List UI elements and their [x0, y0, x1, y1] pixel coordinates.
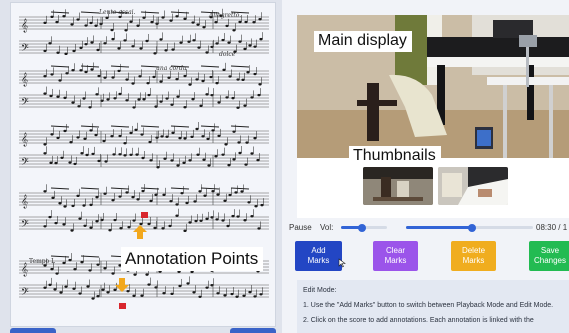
svg-text:𝄞: 𝄞	[21, 18, 28, 32]
score-staves: 𝄞 𝄢 𝄞 𝄢 𝄞 𝄢 𝄞 𝄢 𝄞 𝄢	[19, 8, 269, 300]
score-panel: 𝄞 𝄢 𝄞 𝄢 𝄞 𝄢 𝄞 𝄢 𝄞 𝄢 Lento assai. Allegretto. dolc…	[0, 0, 282, 333]
save-changes-button[interactable]: Save Changes	[529, 241, 569, 271]
edit-mode-instructions: Edit Mode: 1. Use the "Add Marks" button…	[297, 280, 569, 333]
svg-text:𝄞: 𝄞	[21, 262, 28, 276]
delete-marks-button[interactable]: Delete Marks	[451, 241, 496, 271]
save-changes-label-2: Changes	[533, 256, 567, 265]
add-marks-label-2: Marks	[307, 256, 330, 265]
seek-slider-knob[interactable]	[468, 223, 477, 232]
svg-text:𝄢: 𝄢	[21, 218, 29, 232]
svg-text:𝄢: 𝄢	[21, 42, 29, 56]
tempo-marking-allegretto: Allegretto.	[209, 12, 242, 19]
thumbnail-strip	[297, 158, 569, 218]
arrow-up-icon	[133, 225, 147, 239]
annotation-points-label: Annotation Points	[121, 247, 264, 271]
score-edge-button[interactable]	[10, 328, 56, 333]
seek-slider-fill	[406, 226, 473, 229]
clear-marks-label-2: Marks	[384, 256, 407, 265]
svg-text:𝄢: 𝄢	[21, 156, 29, 170]
tempo-marking-lento: Lento assai.	[99, 9, 136, 16]
player-panel: Main display Thumbnails Pause Vol: 08:30…	[282, 0, 569, 333]
annotation-actions: Add Marks Clear Marks Delete Marks Save …	[282, 241, 569, 271]
expression-marking-una-corda: una corda	[156, 65, 187, 72]
save-changes-label-1: Save	[540, 246, 560, 255]
expression-marking-dolce: dolce	[219, 51, 236, 58]
volume-slider-knob[interactable]	[357, 223, 366, 232]
main-video-display[interactable]: Main display	[297, 15, 569, 158]
edit-mode-heading: Edit Mode:	[303, 287, 337, 294]
svg-text:𝄞: 𝄞	[21, 72, 28, 86]
seek-slider[interactable]	[406, 223, 533, 232]
arrow-down-icon	[115, 278, 129, 292]
delete-marks-label-2: Marks	[462, 256, 485, 265]
thumbnails-label: Thumbnails	[349, 146, 441, 167]
time-readout: 08:30 / 1	[536, 223, 568, 232]
svg-text:𝄢: 𝄢	[21, 286, 29, 300]
volume-slider[interactable]	[341, 223, 387, 232]
add-marks-button[interactable]: Add Marks	[295, 241, 346, 271]
pause-button[interactable]: Pause	[289, 223, 312, 232]
svg-text:𝄞: 𝄞	[21, 194, 28, 208]
volume-label: Vol:	[320, 223, 334, 232]
svg-text:𝄞: 𝄞	[21, 132, 28, 146]
annotation-point[interactable]	[119, 303, 126, 309]
thumbnail-hands-view[interactable]	[438, 167, 508, 205]
score-edge-button[interactable]	[230, 328, 276, 333]
tempo-marking-tempo-primo: Tempo I.	[29, 258, 56, 265]
svg-text:𝄢: 𝄢	[21, 96, 29, 110]
clear-marks-label-1: Clear	[385, 246, 406, 255]
score-sheet[interactable]: 𝄞 𝄢 𝄞 𝄢 𝄞 𝄢 𝄞 𝄢 𝄞 𝄢 Lento assai. Allegretto. dolc…	[10, 2, 276, 327]
pointer-cursor-icon	[338, 258, 346, 268]
instruction-step-2: 2. Click on the score to add annotations…	[303, 317, 534, 324]
playback-controls: Pause Vol: 08:30 / 1	[282, 221, 569, 235]
annotation-point[interactable]	[141, 212, 148, 218]
main-display-label: Main display	[314, 31, 412, 52]
instruction-step-1: 1. Use the "Add Marks" button to switch …	[303, 302, 554, 309]
thumbnail-pedal-view[interactable]	[363, 167, 433, 205]
clear-marks-button[interactable]: Clear Marks	[373, 241, 418, 271]
delete-marks-label-1: Delete	[461, 246, 486, 255]
add-marks-label-1: Add	[311, 246, 326, 255]
